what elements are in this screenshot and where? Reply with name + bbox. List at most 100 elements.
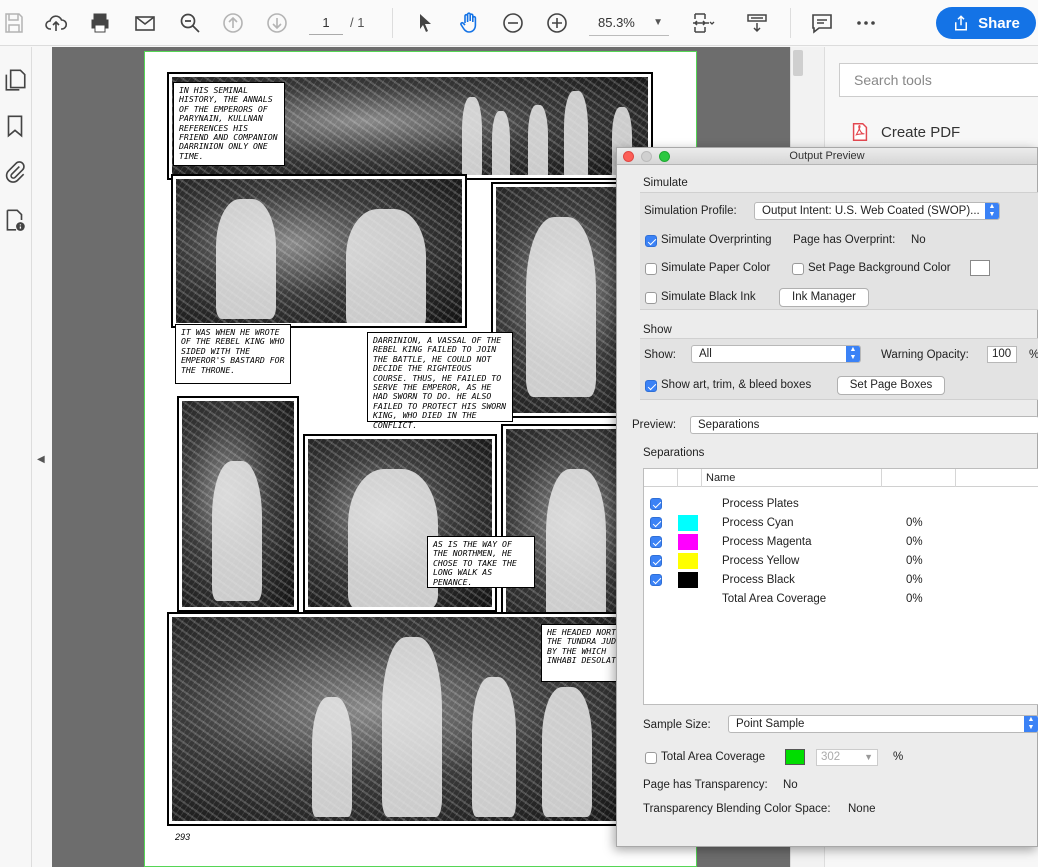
search-tools-input[interactable]: Search tools bbox=[839, 63, 1038, 97]
separation-row[interactable]: Process Magenta 0% bbox=[644, 533, 1038, 552]
simulate-overprinting-label[interactable]: Simulate Overprinting bbox=[661, 234, 772, 246]
separations-section-header: Separations bbox=[643, 447, 705, 459]
print-icon[interactable] bbox=[86, 9, 114, 37]
next-page-icon[interactable] bbox=[263, 9, 291, 37]
dialog-titlebar[interactable]: Output Preview bbox=[617, 148, 1037, 165]
simulation-profile-select[interactable]: Output Intent: U.S. Web Coated (SWOP)...… bbox=[754, 202, 1000, 220]
total-area-coverage-label[interactable]: Total Area Coverage bbox=[661, 751, 765, 763]
separations-table: Name Process Plates Process Cyan 0% Process… bbox=[643, 468, 1038, 705]
simulate-black-ink-checkbox[interactable] bbox=[645, 292, 657, 304]
page-background-color-swatch[interactable] bbox=[970, 260, 990, 276]
sample-size-label: Sample Size: bbox=[643, 719, 711, 731]
separation-color-chip bbox=[678, 534, 698, 550]
set-page-boxes-button[interactable]: Set Page Boxes bbox=[837, 376, 945, 395]
bookmarks-icon[interactable] bbox=[2, 113, 28, 139]
ink-manager-button[interactable]: Ink Manager bbox=[779, 288, 869, 307]
show-boxes-checkbox[interactable] bbox=[645, 380, 657, 392]
comic-caption: As is the way of the northmen, he chose … bbox=[427, 536, 535, 588]
simulate-black-ink-label[interactable]: Simulate Black Ink bbox=[661, 291, 756, 303]
total-area-coverage-checkbox[interactable] bbox=[645, 752, 657, 764]
left-navigation-rail bbox=[0, 47, 32, 867]
page-has-overprint-value: No bbox=[911, 234, 926, 246]
email-icon[interactable] bbox=[131, 9, 159, 37]
sample-size-select[interactable]: Point Sample ▲ ▼ bbox=[728, 715, 1038, 733]
preview-select[interactable]: Separations bbox=[690, 416, 1038, 434]
create-pdf-icon bbox=[852, 123, 868, 141]
simulate-paper-color-checkbox[interactable] bbox=[645, 263, 657, 275]
comic-caption: It was when he wrote of the rebel king w… bbox=[175, 324, 291, 384]
zoom-level-select[interactable]: 85.3% ▼ bbox=[589, 10, 669, 36]
table-header-color bbox=[678, 469, 702, 487]
share-icon bbox=[955, 15, 968, 31]
main-toolbar: 1 / 1 85.3% ▼ Share bbox=[0, 0, 1038, 46]
separation-percent: 0% bbox=[906, 536, 923, 548]
separation-percent: 0% bbox=[906, 555, 923, 567]
separation-percent: 0% bbox=[906, 517, 923, 529]
separation-row[interactable]: Process Yellow 0% bbox=[644, 552, 1038, 571]
set-page-background-checkbox[interactable] bbox=[792, 263, 804, 275]
simulate-section-header: Simulate bbox=[643, 177, 688, 189]
separation-color-chip bbox=[678, 572, 698, 588]
warning-opacity-input[interactable]: 100 bbox=[987, 346, 1017, 363]
page-number-label: 293 bbox=[175, 832, 191, 842]
page-has-transparency-label: Page has Transparency: bbox=[643, 779, 768, 791]
select-arrow-icon[interactable] bbox=[411, 9, 439, 37]
hand-tool-icon[interactable] bbox=[455, 9, 483, 37]
set-page-background-label[interactable]: Set Page Background Color bbox=[808, 262, 951, 274]
more-options-icon[interactable] bbox=[852, 9, 880, 37]
comment-icon[interactable] bbox=[808, 9, 836, 37]
separation-row[interactable]: Process Plates bbox=[644, 495, 1038, 514]
show-boxes-label[interactable]: Show art, trim, & bleed boxes bbox=[661, 379, 811, 391]
separation-visibility-checkbox[interactable] bbox=[650, 574, 662, 586]
scrollbar-thumb[interactable] bbox=[793, 50, 803, 76]
create-pdf-label: Create PDF bbox=[881, 123, 961, 141]
blending-space-label: Transparency Blending Color Space: bbox=[643, 803, 831, 815]
warning-opacity-unit: % bbox=[1029, 349, 1038, 361]
collapse-left-panel-icon[interactable]: ◀ bbox=[37, 454, 45, 465]
page-number-input[interactable]: 1 bbox=[309, 11, 343, 35]
separation-name: Process Plates bbox=[722, 498, 799, 510]
page-fit-icon[interactable] bbox=[689, 9, 717, 37]
separation-visibility-checkbox[interactable] bbox=[650, 555, 662, 567]
separation-row[interactable]: Process Black 0% bbox=[644, 571, 1038, 590]
warning-opacity-label: Warning Opacity: bbox=[881, 349, 969, 361]
scroll-mode-icon[interactable] bbox=[743, 9, 771, 37]
previous-page-icon[interactable] bbox=[219, 9, 247, 37]
sample-size-value: Point Sample bbox=[736, 718, 805, 730]
separation-name: Process Yellow bbox=[722, 555, 800, 567]
zoom-value: 85.3% bbox=[598, 15, 635, 30]
page-thumbnails-icon[interactable] bbox=[2, 67, 28, 93]
total-area-coverage-combo[interactable]: 302 ▼ bbox=[816, 749, 878, 766]
attachments-icon[interactable] bbox=[2, 159, 28, 185]
table-header: Name bbox=[644, 469, 1038, 487]
stepper-arrows-icon: ▲ ▼ bbox=[985, 203, 999, 219]
table-header-name[interactable]: Name bbox=[702, 469, 882, 487]
document-info-icon[interactable] bbox=[2, 207, 28, 233]
separation-row[interactable]: Process Cyan 0% bbox=[644, 514, 1038, 533]
simulate-overprinting-checkbox[interactable] bbox=[645, 235, 657, 247]
separation-visibility-checkbox[interactable] bbox=[650, 498, 662, 510]
zoom-in-icon[interactable] bbox=[543, 9, 571, 37]
separation-visibility-checkbox[interactable] bbox=[650, 536, 662, 548]
zoom-out-icon[interactable] bbox=[499, 9, 527, 37]
stepper-arrows-icon: ▲ ▼ bbox=[846, 346, 860, 362]
show-select[interactable]: All ▲ ▼ bbox=[691, 345, 861, 363]
simulate-paper-color-label[interactable]: Simulate Paper Color bbox=[661, 262, 770, 274]
comic-panel bbox=[171, 174, 467, 328]
simulate-group: Simulation Profile: Output Intent: U.S. … bbox=[640, 192, 1038, 310]
simulation-profile-label: Simulation Profile: bbox=[644, 205, 737, 217]
toolbar-divider bbox=[790, 8, 791, 38]
find-zoom-icon[interactable] bbox=[176, 9, 204, 37]
separation-percent: 0% bbox=[906, 574, 923, 586]
page-has-transparency-value: No bbox=[783, 779, 798, 791]
separation-row[interactable]: Total Area Coverage 0% bbox=[644, 590, 1038, 609]
output-preview-dialog: Output Preview Simulate Simulation Profi… bbox=[616, 147, 1038, 847]
share-button[interactable]: Share bbox=[936, 7, 1036, 39]
upload-cloud-icon[interactable] bbox=[42, 9, 70, 37]
blending-space-value: None bbox=[848, 803, 876, 815]
save-icon[interactable] bbox=[0, 9, 28, 37]
create-pdf-tool[interactable]: Create PDF bbox=[849, 121, 960, 143]
coverage-color-swatch[interactable] bbox=[785, 749, 805, 765]
separation-visibility-checkbox[interactable] bbox=[650, 517, 662, 529]
preview-value: Separations bbox=[698, 419, 760, 431]
